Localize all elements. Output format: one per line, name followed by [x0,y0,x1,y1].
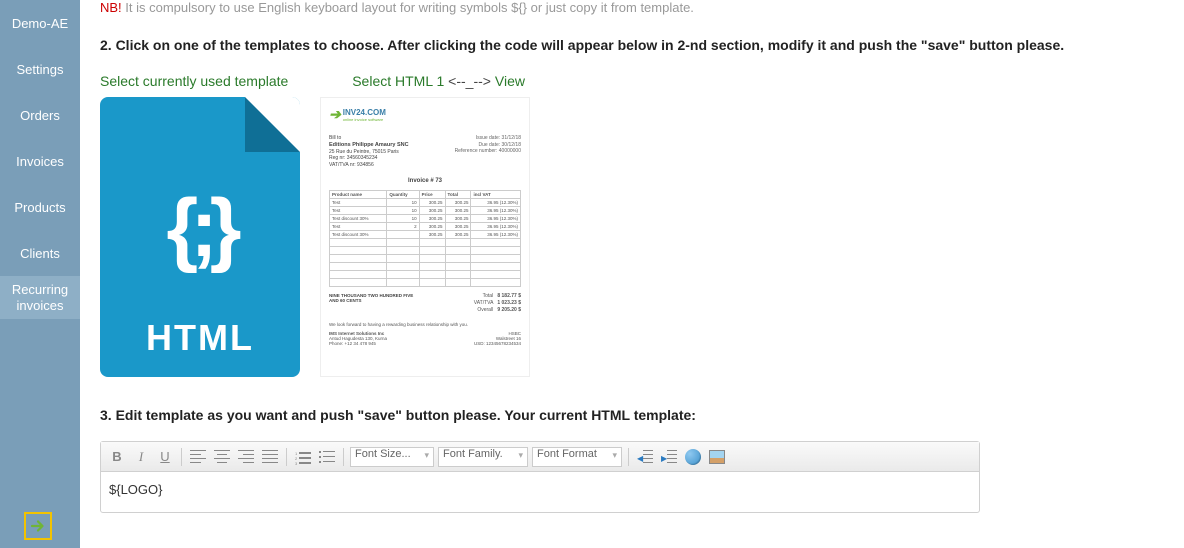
insert-image-button[interactable] [707,447,727,467]
editor-content-area[interactable]: ${LOGO} [101,472,979,512]
preview-billto: Bill to Editions Philippe Amaury SNC 25 … [329,135,409,168]
template-invoice-preview[interactable]: ➔ INV24.COM online invoice software Bill… [320,97,530,377]
unordered-list-button[interactable] [317,447,337,467]
ordered-list-icon: 123 [295,451,311,463]
align-right-button[interactable] [236,447,256,467]
align-justify-icon [262,450,278,464]
bold-button[interactable]: B [107,447,127,467]
sidebar-item-recurring-invoices[interactable]: Recurring invoices [0,276,80,319]
preview-invoice-title: Invoice # 73 [329,178,521,184]
preview-footer: We look forward to having a rewarding bu… [329,322,521,346]
select-current-template-link[interactable]: Select currently used template [100,73,288,89]
nb-notice: NB! It is compulsory to use English keyb… [100,0,1164,15]
sidebar-item-orders[interactable]: Orders [0,92,80,138]
outdent-icon: ◀ [637,450,653,464]
html-editor: B I U 123 Font Size... Font Family. Font… [100,441,980,513]
template-links-row: Select currently used template Select HT… [100,73,1164,89]
sidebar-item-products[interactable]: Products [0,184,80,230]
swoosh-icon: ➔ [329,106,341,123]
code-braces-icon: {;} [100,182,300,276]
indent-icon: ▶ [661,450,677,464]
sidebar: Demo-AE Settings Orders Invoices Product… [0,0,80,548]
preview-totals: Total 8 182.77 $ VAT/TVA 1 023.23 $ Over… [474,293,521,314]
font-family-select[interactable]: Font Family. [438,447,528,467]
sidebar-item-demo[interactable]: Demo-AE [0,0,80,46]
expand-sidebar-button[interactable] [24,512,52,540]
sidebar-item-invoices[interactable]: Invoices [0,138,80,184]
align-center-icon [214,450,230,464]
preview-logo: ➔ INV24.COM online invoice software [329,106,521,123]
align-left-button[interactable] [188,447,208,467]
template-html-card[interactable]: {;} HTML [100,97,300,377]
font-format-select[interactable]: Font Format [532,447,622,467]
step-3-heading: 3. Edit template as you want and push "s… [100,407,1164,423]
main-content: NB! It is compulsory to use English keyb… [100,0,1184,513]
step-2-heading: 2. Click on one of the templates to choo… [100,37,1164,53]
insert-link-button[interactable] [683,447,703,467]
globe-icon [685,449,701,465]
image-icon [709,450,725,464]
sidebar-item-clients[interactable]: Clients [0,230,80,276]
outdent-button[interactable]: ◀ [635,447,655,467]
editor-toolbar: B I U 123 Font Size... Font Family. Font… [101,442,979,472]
link-separator: <--_--> [444,73,495,89]
preview-meta: Issue date: 31/12/18 Due date: 30/12/18 … [455,135,521,168]
ordered-list-button[interactable]: 123 [293,447,313,467]
align-center-button[interactable] [212,447,232,467]
align-left-icon [190,450,206,464]
arrow-right-icon [24,512,52,540]
sidebar-item-settings[interactable]: Settings [0,46,80,92]
underline-button[interactable]: U [155,447,175,467]
preview-table: Product nameQuantityPriceTotalincl VAT T… [329,190,521,287]
html-label: HTML [100,317,300,359]
align-justify-button[interactable] [260,447,280,467]
indent-button[interactable]: ▶ [659,447,679,467]
select-html1-link[interactable]: Select HTML 1 [352,73,444,89]
align-right-icon [238,450,254,464]
unordered-list-icon [319,451,335,463]
view-html1-link[interactable]: View [495,73,525,89]
italic-button[interactable]: I [131,447,151,467]
font-size-select[interactable]: Font Size... [350,447,434,467]
